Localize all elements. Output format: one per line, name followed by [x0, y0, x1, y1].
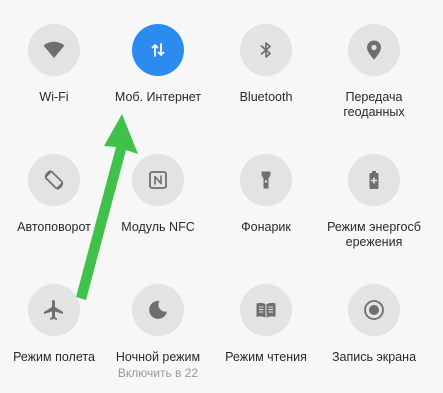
- tile-label: Режим энергосб ережения: [327, 220, 421, 249]
- tile-battery-saver[interactable]: Режим энергосб ережения: [320, 154, 428, 250]
- airplane-icon: [44, 300, 63, 320]
- auto-rotate-icon: [44, 170, 64, 190]
- flashlight-toggle[interactable]: [240, 154, 292, 206]
- bluetooth-icon: [260, 42, 271, 58]
- tile-label: Запись экрана: [331, 350, 417, 364]
- tile-nfc[interactable]: Модуль NFC: [104, 154, 212, 235]
- screen-record-icon: [364, 300, 384, 320]
- tile-label: Моб. Интернет: [114, 90, 202, 104]
- night-mode-icon: [149, 300, 167, 319]
- tile-screen-record[interactable]: Запись экрана: [320, 284, 428, 365]
- tile-reading-mode[interactable]: Режим чтения: [212, 284, 320, 365]
- nfc-toggle[interactable]: [132, 154, 184, 206]
- tile-night-mode[interactable]: Ночной режим Включить в 22: [104, 284, 212, 381]
- tile-location[interactable]: Передача геоданных: [320, 24, 428, 120]
- screen-record-toggle[interactable]: [348, 284, 400, 336]
- location-icon: [367, 40, 381, 60]
- tile-label: Фонарик: [241, 220, 291, 234]
- location-toggle[interactable]: [348, 24, 400, 76]
- tile-auto-rotate[interactable]: Автоповорот: [0, 154, 108, 235]
- tile-mobile-data[interactable]: Моб. Интернет: [104, 24, 212, 105]
- tile-label: Передача геоданных: [343, 90, 405, 119]
- battery-saver-icon: [369, 171, 379, 189]
- tile-label: Wi-Fi: [39, 90, 69, 104]
- reading-mode-icon: [256, 302, 276, 318]
- bluetooth-toggle[interactable]: [240, 24, 292, 76]
- mobile-data-icon: [151, 43, 165, 57]
- mobile-data-toggle[interactable]: [132, 24, 184, 76]
- tile-label: Режим полета: [13, 350, 95, 364]
- tile-label: Режим чтения: [225, 350, 307, 364]
- tile-label: Модуль NFC: [121, 220, 195, 234]
- reading-mode-toggle[interactable]: [240, 284, 292, 336]
- tile-label: Автоповорот: [17, 220, 91, 234]
- nfc-icon: [149, 171, 167, 189]
- tile-label: Bluetooth: [239, 90, 293, 104]
- tile-flashlight[interactable]: Фонарик: [212, 154, 320, 235]
- wifi-icon: [43, 41, 65, 58]
- night-mode-toggle[interactable]: [132, 284, 184, 336]
- tile-sublabel: Включить в 22: [117, 366, 199, 380]
- tile-airplane-mode[interactable]: Режим полета: [0, 284, 108, 365]
- airplane-mode-toggle[interactable]: [28, 284, 80, 336]
- battery-saver-toggle[interactable]: [348, 154, 400, 206]
- auto-rotate-toggle[interactable]: [28, 154, 80, 206]
- flashlight-icon: [261, 171, 271, 189]
- wifi-toggle[interactable]: [28, 24, 80, 76]
- tile-bluetooth[interactable]: Bluetooth: [212, 24, 320, 105]
- tile-label: Ночной режим: [115, 350, 201, 364]
- tile-wifi[interactable]: Wi-Fi: [0, 24, 108, 105]
